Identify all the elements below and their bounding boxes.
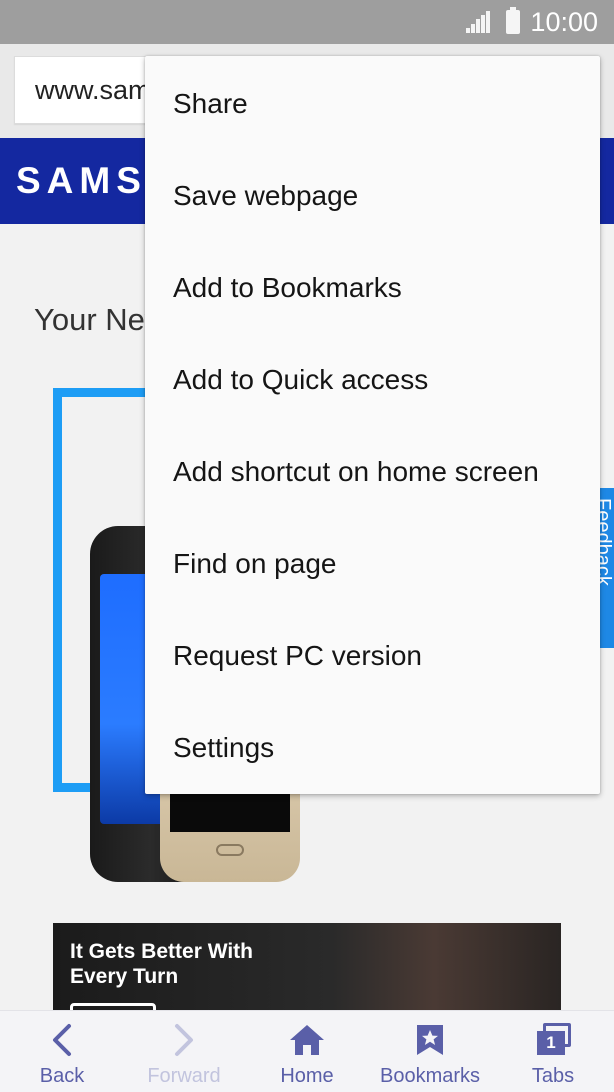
bottom-toolbar: Back Forward Home Bookmarks 1 Tabs [0, 1010, 614, 1092]
battery-icon [506, 7, 521, 34]
back-button[interactable]: Back [1, 1011, 123, 1092]
page-headline: Your New [34, 302, 146, 337]
menu-item-find-on-page[interactable]: Find on page [145, 518, 600, 610]
back-label: Back [39, 1065, 85, 1087]
home-icon [290, 1025, 324, 1055]
feedback-label: Feedback [600, 498, 614, 586]
status-bar: 10:00 [0, 0, 614, 44]
status-icons: 10:00 [466, 6, 598, 38]
phone-home-button [216, 844, 244, 856]
bookmark-star-icon [417, 1025, 443, 1055]
feedback-tab[interactable]: Feedback [600, 488, 614, 648]
ad-banner[interactable]: It Gets Better With Every Turn [53, 923, 561, 1010]
tabs-label: Tabs [531, 1065, 575, 1087]
overflow-menu: Share Save webpage Add to Bookmarks Add … [145, 56, 600, 794]
menu-item-save-webpage[interactable]: Save webpage [145, 150, 600, 242]
ad-cta-button[interactable] [70, 1003, 156, 1010]
menu-item-settings[interactable]: Settings [145, 702, 600, 794]
menu-item-request-pc-version[interactable]: Request PC version [145, 610, 600, 702]
bookmarks-label: Bookmarks [379, 1065, 481, 1087]
tabs-icon: 1 [533, 1023, 573, 1057]
tabs-button[interactable]: 1 Tabs [492, 1011, 614, 1092]
home-label: Home [280, 1065, 334, 1087]
menu-item-add-to-bookmarks[interactable]: Add to Bookmarks [145, 242, 600, 334]
home-button[interactable]: Home [246, 1011, 368, 1092]
phone-image-gold[interactable] [160, 784, 300, 882]
signal-icon [466, 11, 491, 33]
forward-arrow-icon [175, 1024, 193, 1056]
tabs-count: 1 [537, 1031, 565, 1055]
forward-label: Forward [147, 1065, 221, 1087]
ad-title: It Gets Better With Every Turn [70, 940, 253, 988]
samsung-logo[interactable]: SAMSUNG [16, 160, 144, 202]
status-time: 10:00 [530, 6, 598, 37]
menu-item-add-to-quick-access[interactable]: Add to Quick access [145, 334, 600, 426]
menu-item-add-shortcut[interactable]: Add shortcut on home screen [145, 426, 600, 518]
menu-item-share[interactable]: Share [145, 58, 600, 150]
browser-screen: 10:00 www.sam SAMSUNG Your New Feedback … [0, 0, 614, 1092]
url-text[interactable]: www.sam [35, 75, 145, 106]
bookmarks-button[interactable]: Bookmarks [369, 1011, 491, 1092]
forward-button[interactable]: Forward [123, 1011, 245, 1092]
back-arrow-icon [53, 1024, 71, 1056]
